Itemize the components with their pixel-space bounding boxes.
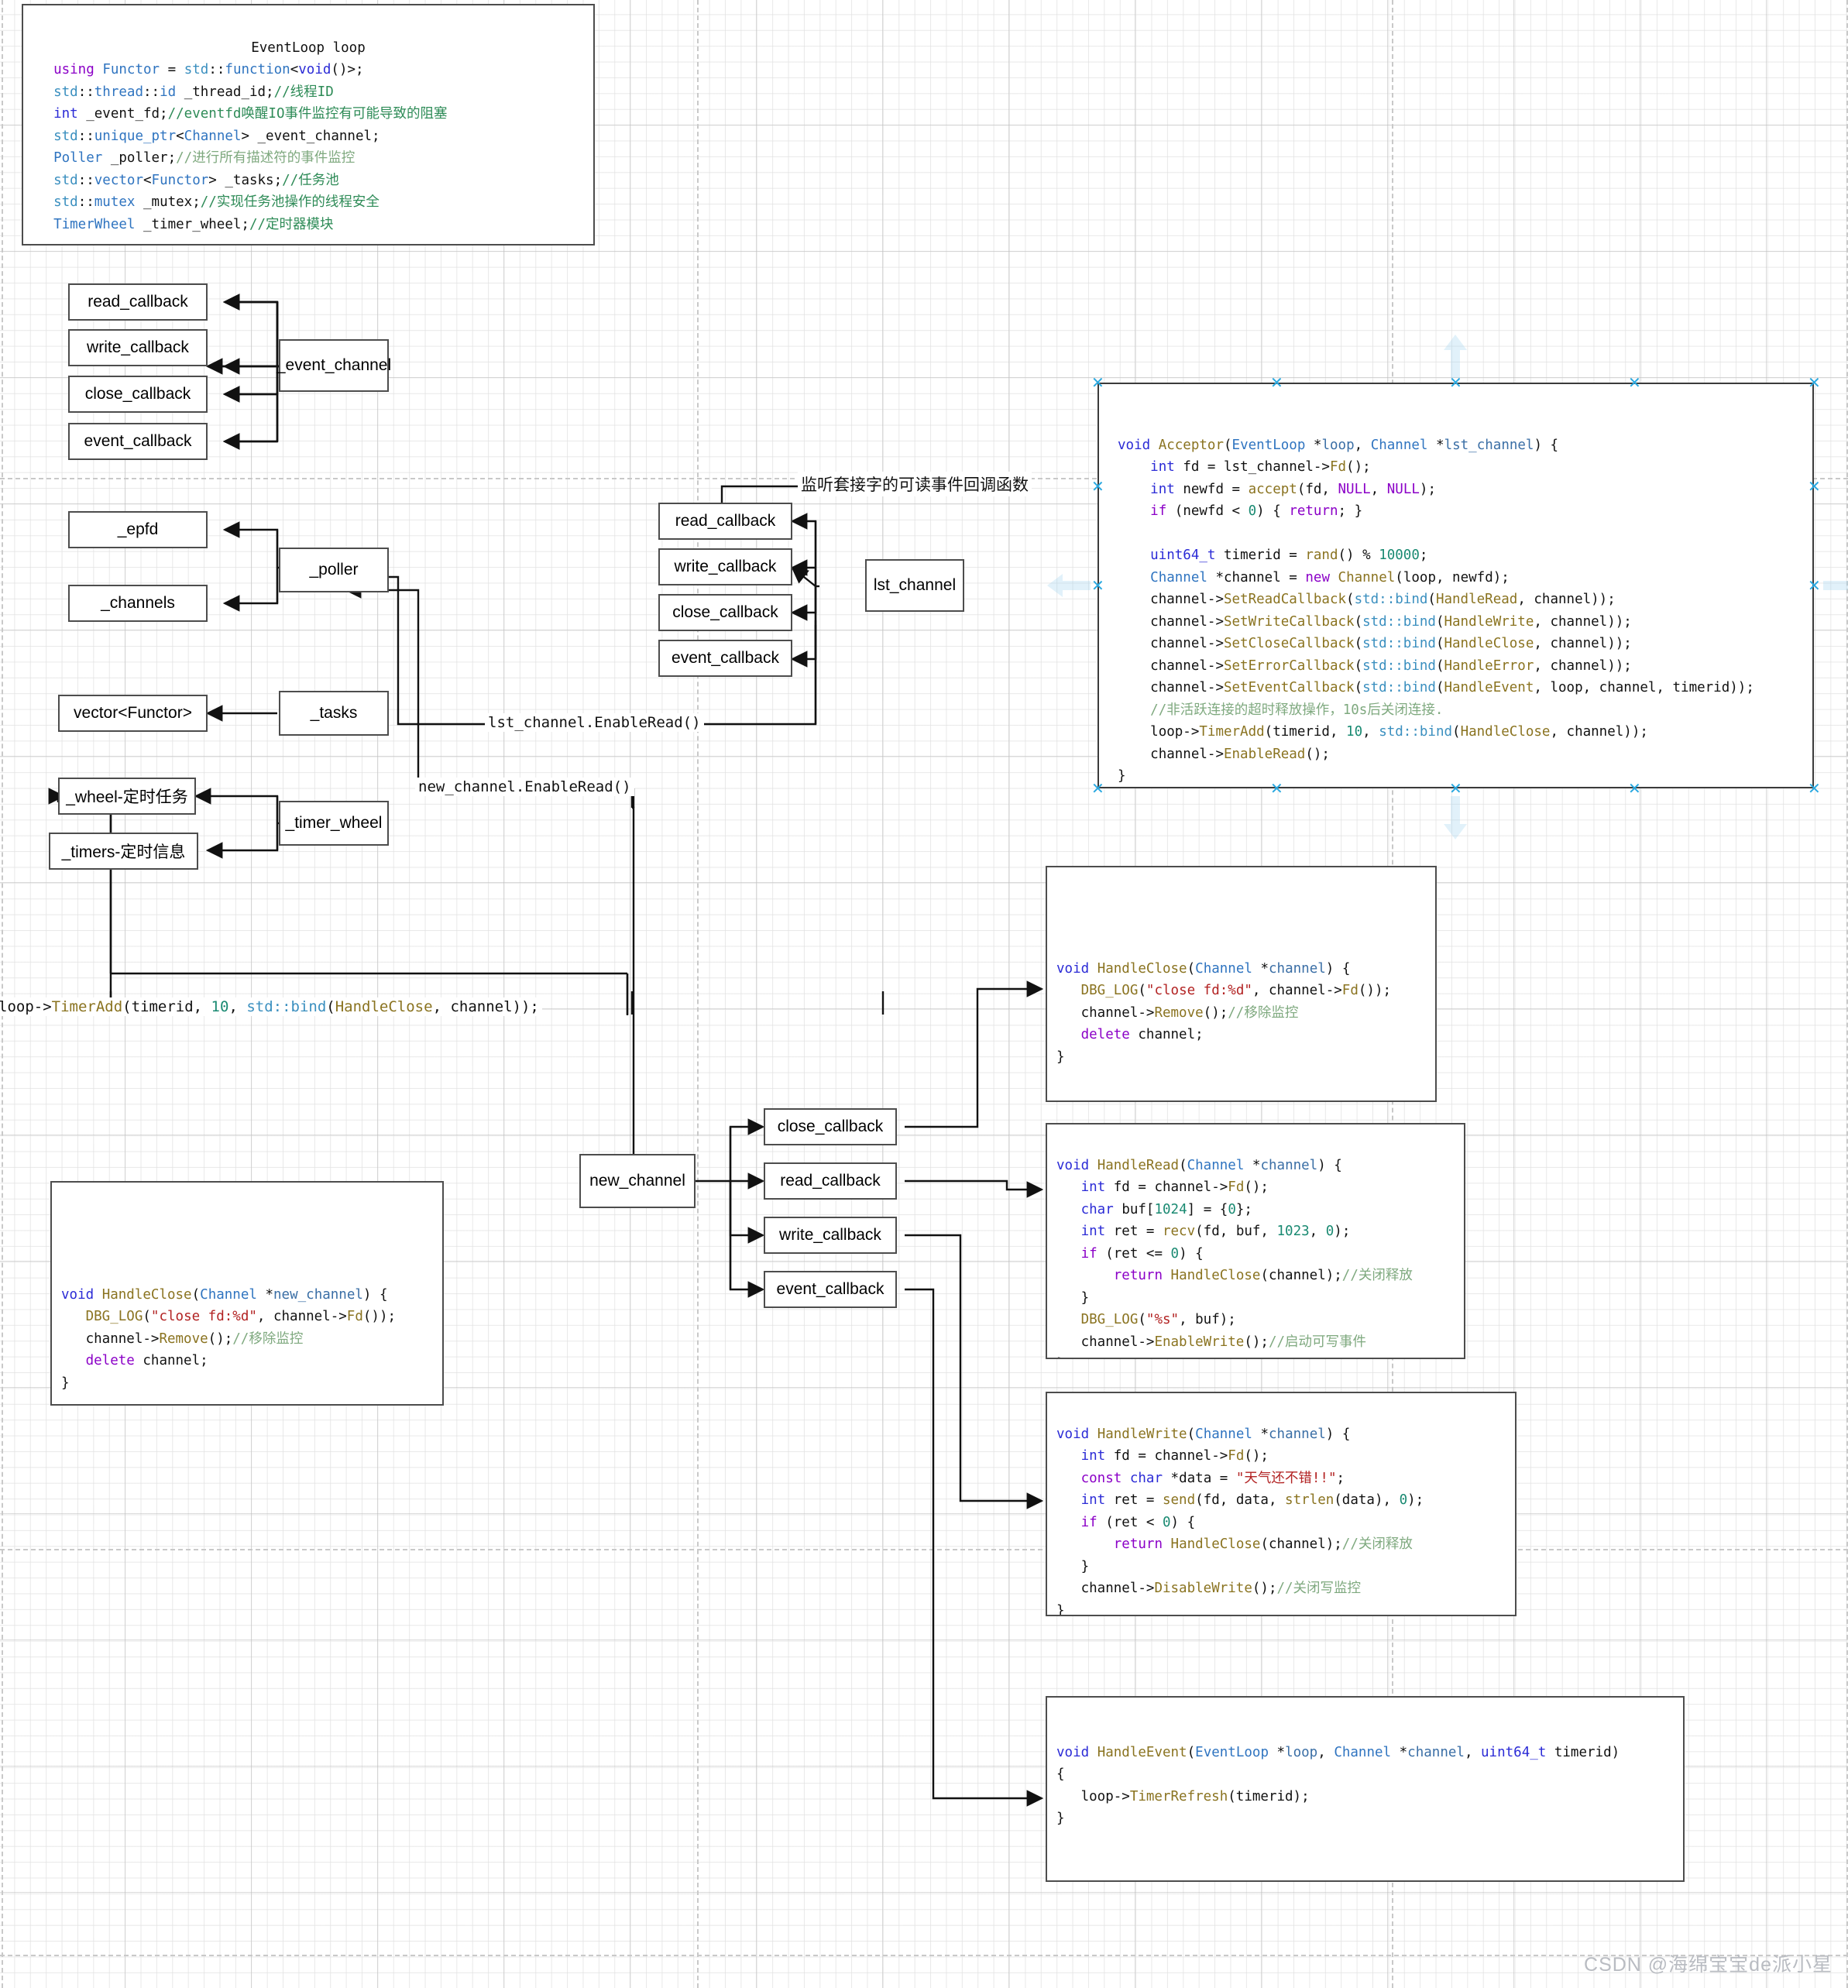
- node-lst-channel-close-callback[interactable]: close_callback: [658, 594, 792, 631]
- edge-label-text: new_channel.EnableRead(): [418, 778, 631, 795]
- edge-label-text: 监听套接字的可读事件回调函数: [801, 476, 1029, 494]
- node-label: _epfd: [117, 520, 159, 538]
- node-lst-channel-write-callback[interactable]: write_callback: [658, 548, 792, 585]
- edge-label-listen-read-callback: 监听套接字的可读事件回调函数: [798, 472, 1032, 496]
- node-new-channel-read-callback[interactable]: read_callback: [764, 1162, 897, 1200]
- handle-write-code: void HandleWrite(Channel *channel) { int…: [1056, 1426, 1424, 1616]
- edge-label-new-channel-enable-read: new_channel.EnableRead(): [415, 778, 634, 796]
- node-event-channel-close-callback[interactable]: close_callback: [68, 376, 208, 413]
- eventloop-code: using Functor = std::function<void()>; s…: [53, 62, 448, 232]
- node-label: _wheel-定时任务: [66, 788, 188, 806]
- node-timer-wheel[interactable]: _timer_wheel: [279, 801, 389, 846]
- edge-label-text: loop->TimerAdd(timerid, 10, std::bind(Ha…: [0, 998, 539, 1015]
- node-label: close_callback: [84, 385, 191, 403]
- node-label: close_callback: [672, 603, 778, 621]
- node-event-channel-read-callback[interactable]: read_callback: [68, 283, 208, 321]
- node-label: lst_channel: [873, 576, 957, 594]
- node-new-channel[interactable]: new_channel: [579, 1154, 696, 1208]
- direction-hint-down-icon[interactable]: [1439, 795, 1472, 845]
- node-epfd[interactable]: _epfd: [68, 511, 208, 548]
- code-block-eventloop[interactable]: EventLoop loop using Functor = std::func…: [22, 4, 595, 245]
- code-block-handle-write[interactable]: void HandleWrite(Channel *channel) { int…: [1046, 1392, 1517, 1616]
- node-channels[interactable]: _channels: [68, 585, 208, 622]
- code-block-handle-close-right[interactable]: void HandleClose(Channel *channel) { DBG…: [1046, 866, 1437, 1102]
- node-label: event_callback: [672, 649, 779, 667]
- node-label: _timers-定时信息: [61, 843, 186, 861]
- node-label: new_channel: [589, 1172, 685, 1190]
- code-block-handle-read[interactable]: void HandleRead(Channel *channel) { int …: [1046, 1123, 1465, 1359]
- node-label: _tasks: [310, 704, 358, 722]
- node-label: read_callback: [675, 512, 776, 530]
- page-break-horizontal: [0, 1955, 1848, 1956]
- node-tasks[interactable]: _tasks: [279, 691, 389, 736]
- node-wheel-timer-tasks[interactable]: _wheel-定时任务: [58, 778, 196, 815]
- page-break-vertical: [2, 0, 3, 1988]
- edge-label-text: lst_channel.EnableRead(): [488, 714, 701, 731]
- node-label: event_callback: [84, 432, 192, 450]
- direction-hint-up-icon[interactable]: [1439, 333, 1472, 383]
- node-event-channel-event-callback[interactable]: event_callback: [68, 423, 208, 460]
- edge-label-lst-channel-enable-read: lst_channel.EnableRead(): [485, 713, 704, 732]
- handle-read-code: void HandleRead(Channel *channel) { int …: [1056, 1157, 1413, 1358]
- page-break-vertical: [697, 0, 699, 1988]
- page-break-horizontal: [0, 1549, 1848, 1550]
- node-lst-channel-event-callback[interactable]: event_callback: [658, 640, 792, 677]
- canvas-grid-background: [0, 0, 1848, 1988]
- node-event-channel-write-callback[interactable]: write_callback: [68, 329, 208, 366]
- handle-event-code: void HandleEvent(EventLoop *loop, Channe…: [1056, 1744, 1620, 1827]
- node-lst-channel-read-callback[interactable]: read_callback: [658, 503, 792, 540]
- node-label: read_callback: [88, 293, 188, 311]
- node-label: _event_channel: [276, 356, 392, 374]
- node-vector-functor[interactable]: vector<Functor>: [58, 695, 208, 732]
- node-event-channel[interactable]: _event_channel: [276, 339, 392, 392]
- node-label: write_callback: [87, 338, 189, 356]
- connector-layer: [48, 294, 1729, 1807]
- node-timers-timer-info[interactable]: _timers-定时信息: [49, 833, 198, 870]
- watermark: CSDN @海绵宝宝de派小星: [1584, 1954, 1833, 1976]
- handle-close-right-code: void HandleClose(Channel *channel) { DBG…: [1056, 960, 1392, 1065]
- code-block-acceptor[interactable]: void Acceptor(EventLoop *loop, Channel *…: [1097, 383, 1814, 788]
- node-new-channel-write-callback[interactable]: write_callback: [764, 1217, 897, 1254]
- eventloop-title: EventLoop loop: [251, 39, 366, 56]
- node-new-channel-close-callback[interactable]: close_callback: [764, 1108, 897, 1145]
- node-label: close_callback: [777, 1118, 884, 1135]
- direction-hint-left-icon[interactable]: [1046, 569, 1092, 606]
- node-label: write_callback: [779, 1226, 881, 1244]
- code-block-handle-event[interactable]: void HandleEvent(EventLoop *loop, Channe…: [1046, 1696, 1685, 1882]
- node-poller[interactable]: _poller: [279, 548, 389, 592]
- direction-hint-right-icon[interactable]: [1822, 569, 1848, 606]
- node-label: write_callback: [674, 558, 777, 575]
- node-new-channel-event-callback[interactable]: event_callback: [764, 1271, 897, 1308]
- node-lst-channel[interactable]: lst_channel: [865, 559, 964, 612]
- node-label: _channels: [101, 594, 175, 612]
- handle-close-left-code: void HandleClose(Channel *new_channel) {…: [61, 1286, 397, 1391]
- code-block-handle-close-left[interactable]: void HandleClose(Channel *new_channel) {…: [50, 1181, 444, 1406]
- node-label: vector<Functor>: [74, 704, 192, 722]
- node-label: read_callback: [780, 1172, 881, 1190]
- acceptor-code: void Acceptor(EventLoop *loop, Channel *…: [1118, 437, 1754, 785]
- edge-label-timer-add: loop->TimerAdd(timerid, 10, std::bind(Ha…: [0, 997, 542, 1016]
- node-label: _timer_wheel: [285, 814, 383, 832]
- node-label: event_callback: [776, 1280, 884, 1298]
- node-label: _poller: [309, 561, 359, 579]
